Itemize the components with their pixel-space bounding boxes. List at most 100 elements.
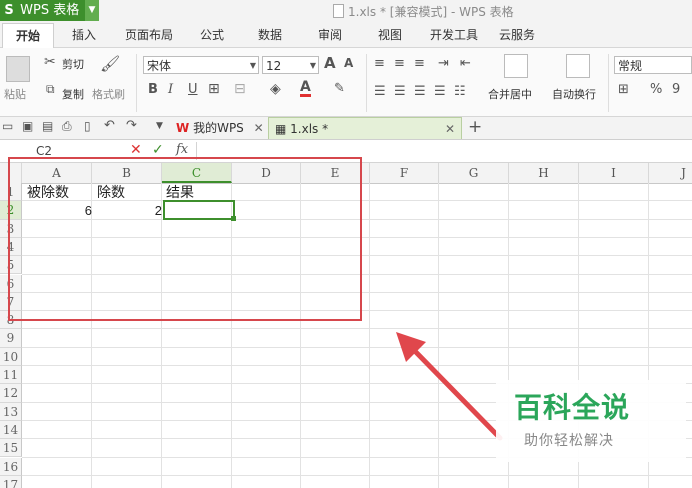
- wps-w-icon: W: [176, 121, 190, 135]
- row-header-15[interactable]: 15: [0, 439, 22, 458]
- row-header-14[interactable]: 14: [0, 420, 22, 440]
- font-size-value: 12: [266, 59, 282, 73]
- align-middle-icon[interactable]: ≡: [394, 56, 405, 71]
- column-header-g[interactable]: G: [439, 163, 509, 183]
- column-header-j[interactable]: J: [649, 163, 692, 183]
- preview-icon[interactable]: ▯: [84, 119, 91, 133]
- close-icon[interactable]: ✕: [445, 118, 455, 140]
- insert-function-button[interactable]: fx: [176, 142, 188, 157]
- close-icon[interactable]: ✕: [254, 121, 264, 135]
- row-header-11[interactable]: 11: [0, 366, 22, 385]
- row-header-12[interactable]: 12: [0, 384, 22, 403]
- tab-cloud[interactable]: 云服务: [492, 23, 542, 47]
- tab-my-wps[interactable]: W 我的WPS ✕: [176, 117, 266, 139]
- number-format-select[interactable]: 常规: [614, 56, 692, 74]
- scissors-icon[interactable]: ✂: [44, 54, 56, 70]
- font-name-select[interactable]: 宋体 ▼: [143, 56, 259, 74]
- clear-format-icon[interactable]: ✎: [334, 81, 345, 96]
- font-color-icon[interactable]: A: [300, 80, 311, 97]
- wrap-text-button[interactable]: 自动换行: [552, 86, 596, 102]
- distribute-icon[interactable]: ☷: [454, 84, 466, 99]
- undo-icon[interactable]: ↶: [104, 118, 115, 133]
- save-icon[interactable]: ▣: [22, 119, 33, 133]
- fill-color-icon[interactable]: ◈: [270, 81, 281, 97]
- new-tab-plus-icon[interactable]: +: [468, 117, 482, 137]
- divider: [136, 54, 137, 112]
- row-header-10[interactable]: 10: [0, 347, 22, 366]
- divider: [608, 54, 609, 112]
- align-right-icon[interactable]: ☰: [414, 84, 426, 99]
- align-top-icon[interactable]: ≡: [374, 56, 385, 71]
- row-header-13[interactable]: 13: [0, 402, 22, 421]
- open-icon[interactable]: ▭: [2, 119, 13, 133]
- column-header-f[interactable]: F: [370, 163, 439, 183]
- tab-home[interactable]: 开始: [2, 23, 54, 49]
- indent-icon[interactable]: ⇥: [438, 56, 449, 71]
- cancel-icon[interactable]: ✕: [130, 142, 142, 158]
- bold-button[interactable]: B: [148, 82, 158, 97]
- paste-icon[interactable]: [6, 56, 30, 82]
- font-name-value: 宋体: [147, 59, 172, 73]
- italic-button[interactable]: I: [168, 82, 173, 97]
- watermark: 百科全说 助你轻松解决: [496, 380, 686, 462]
- font-shrink-icon[interactable]: A: [344, 56, 353, 70]
- title-bar: S WPS 表格 ▼ 1.xls * [兼容模式] - WPS 表格: [0, 0, 692, 24]
- comma-button[interactable]: 9: [672, 82, 680, 97]
- ribbon-tab-bar: 开始 插入 页面布局 公式 数据 审阅 视图 开发工具 云服务: [0, 23, 692, 49]
- tab-view[interactable]: 视图: [370, 23, 410, 47]
- gridline-horizontal: [22, 365, 692, 366]
- tab-insert[interactable]: 插入: [62, 23, 106, 47]
- format-painter-icon[interactable]: 🖌: [100, 54, 120, 73]
- tab-page-layout[interactable]: 页面布局: [118, 23, 180, 47]
- window-title: 1.xls * [兼容模式] - WPS 表格: [348, 5, 514, 19]
- align-center-icon[interactable]: ☰: [394, 84, 406, 99]
- copy-icon[interactable]: ⧉: [46, 82, 55, 97]
- outdent-icon[interactable]: ⇤: [460, 56, 471, 71]
- document-tab-bar: ▭ ▣ ▤ ⎙ ▯ ↶ ↷ ▼ W 我的WPS ✕ ▦ 1.xls * ✕ +: [0, 117, 692, 140]
- tab-developer[interactable]: 开发工具: [424, 23, 484, 47]
- gridline-horizontal: [22, 346, 692, 348]
- justify-icon[interactable]: ☰: [434, 84, 446, 99]
- tab-my-wps-label: 我的WPS: [193, 121, 244, 135]
- chevron-down-icon: ▼: [249, 61, 256, 70]
- app-name: WPS 表格: [20, 3, 80, 18]
- merge-center-icon[interactable]: [504, 54, 528, 78]
- file-icon: [333, 4, 344, 18]
- tab-file[interactable]: ▦ 1.xls * ✕: [268, 117, 462, 139]
- wrap-text-icon[interactable]: [566, 54, 590, 78]
- align-left-icon[interactable]: ☰: [374, 84, 386, 99]
- app-menu-button[interactable]: S WPS 表格 ▼: [0, 0, 99, 21]
- currency-icon[interactable]: ⊞: [618, 82, 629, 97]
- merge-border-icon[interactable]: ⊟: [234, 81, 246, 97]
- align-bottom-icon[interactable]: ≡: [414, 56, 425, 71]
- tab-review[interactable]: 审阅: [310, 23, 350, 47]
- font-grow-icon[interactable]: A: [324, 54, 336, 72]
- chevron-down-icon[interactable]: ▼: [85, 0, 99, 21]
- format-painter-button[interactable]: 格式刷: [92, 86, 125, 102]
- redo-icon[interactable]: ↷: [126, 118, 137, 133]
- cut-button[interactable]: 剪切: [62, 56, 84, 72]
- underline-button[interactable]: U: [188, 82, 198, 97]
- paste-button[interactable]: 粘贴: [4, 86, 26, 102]
- merge-center-button[interactable]: 合并居中: [488, 86, 532, 102]
- export-icon[interactable]: ▤: [42, 119, 53, 133]
- wps-logo-icon: S: [4, 3, 14, 18]
- row-header-9[interactable]: 9: [0, 329, 22, 348]
- gridline-vertical: [369, 183, 370, 488]
- column-header-i[interactable]: I: [579, 163, 649, 183]
- print-icon[interactable]: ⎙: [62, 119, 72, 134]
- sheet-file-icon: ▦: [275, 122, 287, 136]
- font-size-select[interactable]: 12 ▼: [262, 56, 319, 74]
- copy-button[interactable]: 复制: [62, 86, 84, 102]
- watermark-subtitle: 助你轻松解决: [524, 433, 614, 449]
- column-header-h[interactable]: H: [509, 163, 579, 183]
- row-header-17[interactable]: 17: [0, 475, 22, 488]
- row-header-16[interactable]: 16: [0, 457, 22, 476]
- percent-button[interactable]: %: [650, 82, 662, 97]
- tab-formulas[interactable]: 公式: [192, 23, 232, 47]
- ribbon-toolbar: 粘贴 ✂ 剪切 ⧉ 复制 🖌 格式刷 宋体 ▼ 12 ▼ A A B I U ⊞…: [0, 48, 692, 117]
- tab-data[interactable]: 数据: [250, 23, 290, 47]
- chevron-down-icon[interactable]: ▼: [156, 121, 163, 131]
- confirm-icon[interactable]: ✓: [152, 142, 164, 158]
- border-icon[interactable]: ⊞: [208, 81, 220, 97]
